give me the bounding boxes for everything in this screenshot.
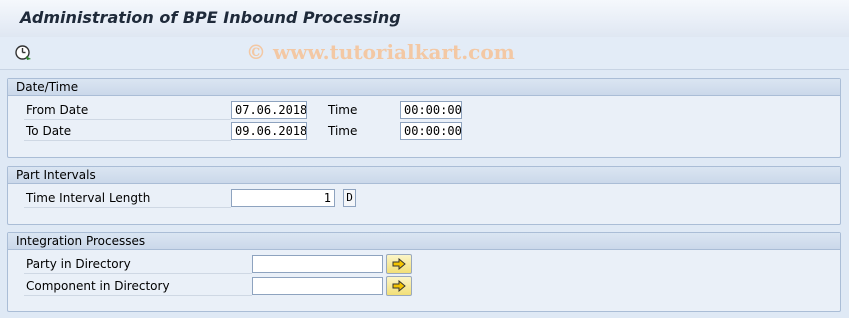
interval-unit-field[interactable]: D xyxy=(343,189,356,207)
group-date-time: Date/Time From Date 07.06.2018 Time 00:0… xyxy=(7,78,841,158)
group-integration-processes: Integration Processes Party in Directory… xyxy=(7,232,841,312)
to-date-field[interactable]: 09.06.2018 xyxy=(231,122,307,140)
from-date-field[interactable]: 07.06.2018 xyxy=(231,101,307,119)
arrow-right-icon xyxy=(392,258,406,270)
to-time-field[interactable]: 00:00:00 xyxy=(400,122,462,140)
execute-clock-icon xyxy=(15,45,31,60)
party-label: Party in Directory xyxy=(24,257,252,274)
execute-button[interactable] xyxy=(12,42,34,64)
to-date-label: To Date xyxy=(24,124,231,141)
group-part-intervals: Part Intervals Time Interval Length 1 D xyxy=(7,166,841,225)
interval-length-label: Time Interval Length xyxy=(24,191,231,208)
title-bar: Administration of BPE Inbound Processing xyxy=(0,0,849,37)
from-time-field[interactable]: 00:00:00 xyxy=(400,101,462,119)
party-field[interactable] xyxy=(252,255,383,273)
page-title: Administration of BPE Inbound Processing xyxy=(20,8,401,27)
component-label: Component in Directory xyxy=(24,279,252,296)
watermark-text: © www.tutorialkart.com xyxy=(246,40,515,64)
to-time-label: Time xyxy=(328,124,358,138)
group-header-date-time: Date/Time xyxy=(8,79,840,96)
interval-length-field[interactable]: 1 xyxy=(231,189,335,207)
group-header-part-intervals: Part Intervals xyxy=(8,167,840,184)
arrow-right-icon xyxy=(392,280,406,292)
component-field[interactable] xyxy=(252,277,383,295)
party-value-help-button[interactable] xyxy=(386,254,412,274)
component-value-help-button[interactable] xyxy=(386,276,412,296)
group-header-integration-processes: Integration Processes xyxy=(8,233,840,250)
from-date-label: From Date xyxy=(24,103,231,120)
from-time-label: Time xyxy=(328,103,358,117)
